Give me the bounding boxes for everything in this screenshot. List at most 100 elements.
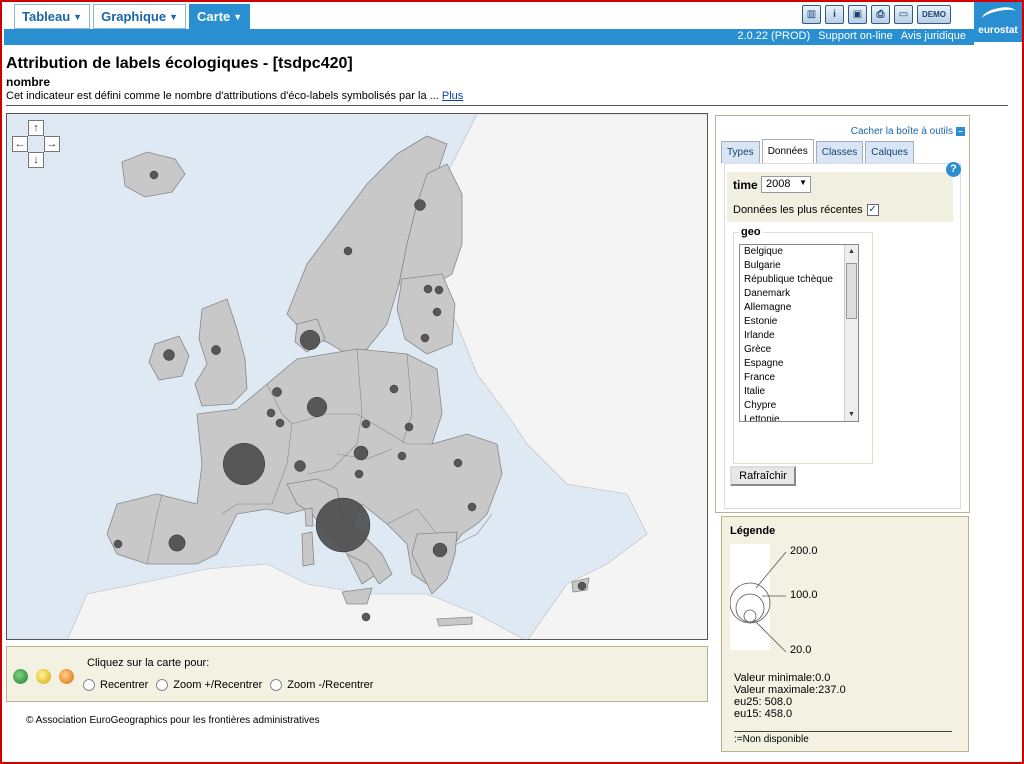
geo-listbox[interactable]: Belgique Bulgarie République tchèque Danema… — [739, 244, 859, 422]
toolbox-panel: Cacher la boîte à outils – Types Données … — [715, 115, 970, 513]
toolbar-icons: ▥ i ▣ ⎙ ▭ DEMO — [802, 5, 951, 24]
map-symbol-slovakia[interactable] — [404, 422, 414, 432]
tab-classes[interactable]: Classes — [815, 141, 864, 163]
tab-tableau[interactable]: Tableau ▼ — [14, 4, 91, 29]
geo-list-item[interactable]: Chypre — [740, 399, 858, 413]
map-symbol-norway[interactable] — [343, 246, 353, 256]
map-symbol-hungary[interactable] — [397, 451, 407, 461]
geo-fieldset: geo Belgique Bulgarie République tchèque Da… — [733, 226, 873, 464]
map-symbol-united-kingdom[interactable] — [211, 345, 221, 355]
pan-left-button[interactable]: ← — [12, 136, 28, 152]
map-symbol-sweden[interactable] — [414, 199, 426, 211]
map-symbol-greece[interactable] — [432, 542, 448, 558]
geo-list-item[interactable]: Lettonie — [740, 413, 858, 421]
map-symbol-germany[interactable] — [306, 396, 328, 418]
tab-graphique[interactable]: Graphique ▼ — [93, 4, 187, 29]
copyright-text: © Association EuroGeographics pour les f… — [26, 715, 320, 726]
map-symbol-czech-republic[interactable] — [361, 419, 371, 429]
chevron-down-icon: ▼ — [169, 11, 179, 22]
scroll-up-icon[interactable]: ▲ — [845, 245, 858, 258]
pan-up-button[interactable]: ↑ — [28, 120, 44, 136]
map-symbol-luxembourg[interactable] — [275, 418, 285, 428]
folder-icon[interactable]: ▭ — [894, 5, 913, 24]
globe-icon[interactable] — [13, 669, 28, 684]
zoom-in-icon[interactable] — [36, 669, 51, 684]
geo-list-item[interactable]: Belgique — [740, 245, 858, 259]
radio-zoom-out-label: Zoom -/Recentrer — [287, 679, 374, 691]
map-symbol-iceland[interactable] — [149, 170, 159, 180]
more-link[interactable]: Plus — [442, 90, 463, 102]
map-symbol-latvia[interactable] — [420, 333, 430, 343]
map-symbol-belgium[interactable] — [266, 408, 276, 418]
geo-list-item[interactable]: Bulgarie — [740, 259, 858, 273]
refresh-button[interactable]: Rafraîchir — [730, 466, 796, 486]
map-symbol-switzerland[interactable] — [294, 460, 306, 472]
europe-map[interactable] — [7, 114, 708, 640]
map-symbol-bulgaria[interactable] — [467, 502, 477, 512]
map-symbol-poland[interactable] — [389, 384, 399, 394]
mdb-icon[interactable]: ▥ — [802, 5, 821, 24]
geo-list-item[interactable]: Espagne — [740, 357, 858, 371]
donnees-panel: time 2008 ▼ Données les plus récentes ✓ ? … — [724, 162, 961, 509]
map-symbol-cyprus[interactable] — [577, 581, 587, 591]
tab-donnees[interactable]: Données — [761, 139, 814, 163]
scroll-thumb[interactable] — [846, 263, 857, 319]
save-icon[interactable]: ▣ — [848, 5, 867, 24]
support-link[interactable]: Support on-line — [818, 30, 893, 42]
legend-title: Légende — [730, 525, 776, 537]
print-icon[interactable]: ⎙ — [871, 5, 890, 24]
map-symbol-finland[interactable] — [423, 284, 433, 294]
map-symbol-malta[interactable] — [361, 612, 371, 622]
time-select[interactable]: 2008 ▼ — [761, 176, 811, 193]
radio-recentrer[interactable] — [83, 679, 95, 691]
map-symbol-ireland[interactable] — [163, 349, 175, 361]
crete — [436, 616, 473, 627]
map-symbol-italy[interactable] — [315, 497, 371, 553]
pan-down-button[interactable]: ↓ — [28, 152, 44, 168]
geo-list-item[interactable]: France — [740, 371, 858, 385]
scroll-down-icon[interactable]: ▼ — [845, 408, 858, 421]
map-symbol-austria[interactable] — [353, 445, 369, 461]
demo-button[interactable]: DEMO — [917, 5, 951, 24]
page-subtitle: nombre — [6, 75, 51, 89]
help-icon[interactable]: ? — [946, 162, 961, 177]
tab-carte[interactable]: Carte ▼ — [189, 4, 251, 29]
geo-list-item[interactable]: Danemark — [740, 287, 858, 301]
page-title: Attribution de labels écologiques - [tsd… — [6, 55, 353, 72]
map-symbol-portugal[interactable] — [113, 539, 123, 549]
recent-data-row: Données les plus récentes ✓ — [733, 204, 879, 216]
geo-list-item[interactable]: Allemagne — [740, 301, 858, 315]
map-symbol-estonia[interactable] — [432, 307, 442, 317]
map-symbol-spain[interactable] — [168, 534, 186, 552]
hide-toolbox-link[interactable]: Cacher la boîte à outils – — [851, 126, 965, 137]
version-text: 2.0.22 (PROD) — [737, 30, 811, 42]
tab-types[interactable]: Types — [721, 141, 760, 163]
map-symbol-denmark[interactable] — [299, 329, 321, 351]
map-symbol-romania[interactable] — [453, 458, 463, 468]
geo-list-item[interactable]: Irlande — [740, 329, 858, 343]
map-symbol-slovenia[interactable] — [354, 469, 364, 479]
tab-calques[interactable]: Calques — [865, 141, 914, 163]
time-row: time 2008 ▼ Données les plus récentes ✓ — [727, 172, 953, 222]
status-bar: 2.0.22 (PROD) Support on-line Avis jurid… — [4, 29, 974, 45]
geo-list-item[interactable]: Estonie — [740, 315, 858, 329]
radio-zoom-in[interactable] — [156, 679, 169, 691]
geo-list-item[interactable]: Grèce — [740, 343, 858, 357]
pan-right-button[interactable]: → — [44, 136, 60, 152]
geo-scrollbar[interactable]: ▲ ▼ — [844, 245, 858, 421]
map-symbol-france[interactable] — [222, 442, 266, 486]
map-symbol-lithuania[interactable] — [434, 285, 444, 295]
radio-zoom-out[interactable] — [270, 679, 283, 691]
legend-stats: Valeur minimale:0.0 Valeur maximale:237.… — [734, 672, 846, 720]
map-view[interactable]: ↑ ← → ↓ — [6, 113, 708, 640]
chevron-down-icon: ▼ — [799, 178, 807, 187]
map-symbol-netherlands[interactable] — [272, 387, 282, 397]
geo-list-item[interactable]: Italie — [740, 385, 858, 399]
info-icon[interactable]: i — [825, 5, 844, 24]
zoom-out-icon[interactable] — [59, 669, 74, 684]
corsica — [304, 507, 314, 527]
recent-data-checkbox[interactable]: ✓ — [866, 204, 879, 216]
legal-link[interactable]: Avis juridique — [901, 30, 966, 42]
not-available-note: :=Non disponible — [734, 734, 809, 745]
geo-list-item[interactable]: République tchèque — [740, 273, 858, 287]
